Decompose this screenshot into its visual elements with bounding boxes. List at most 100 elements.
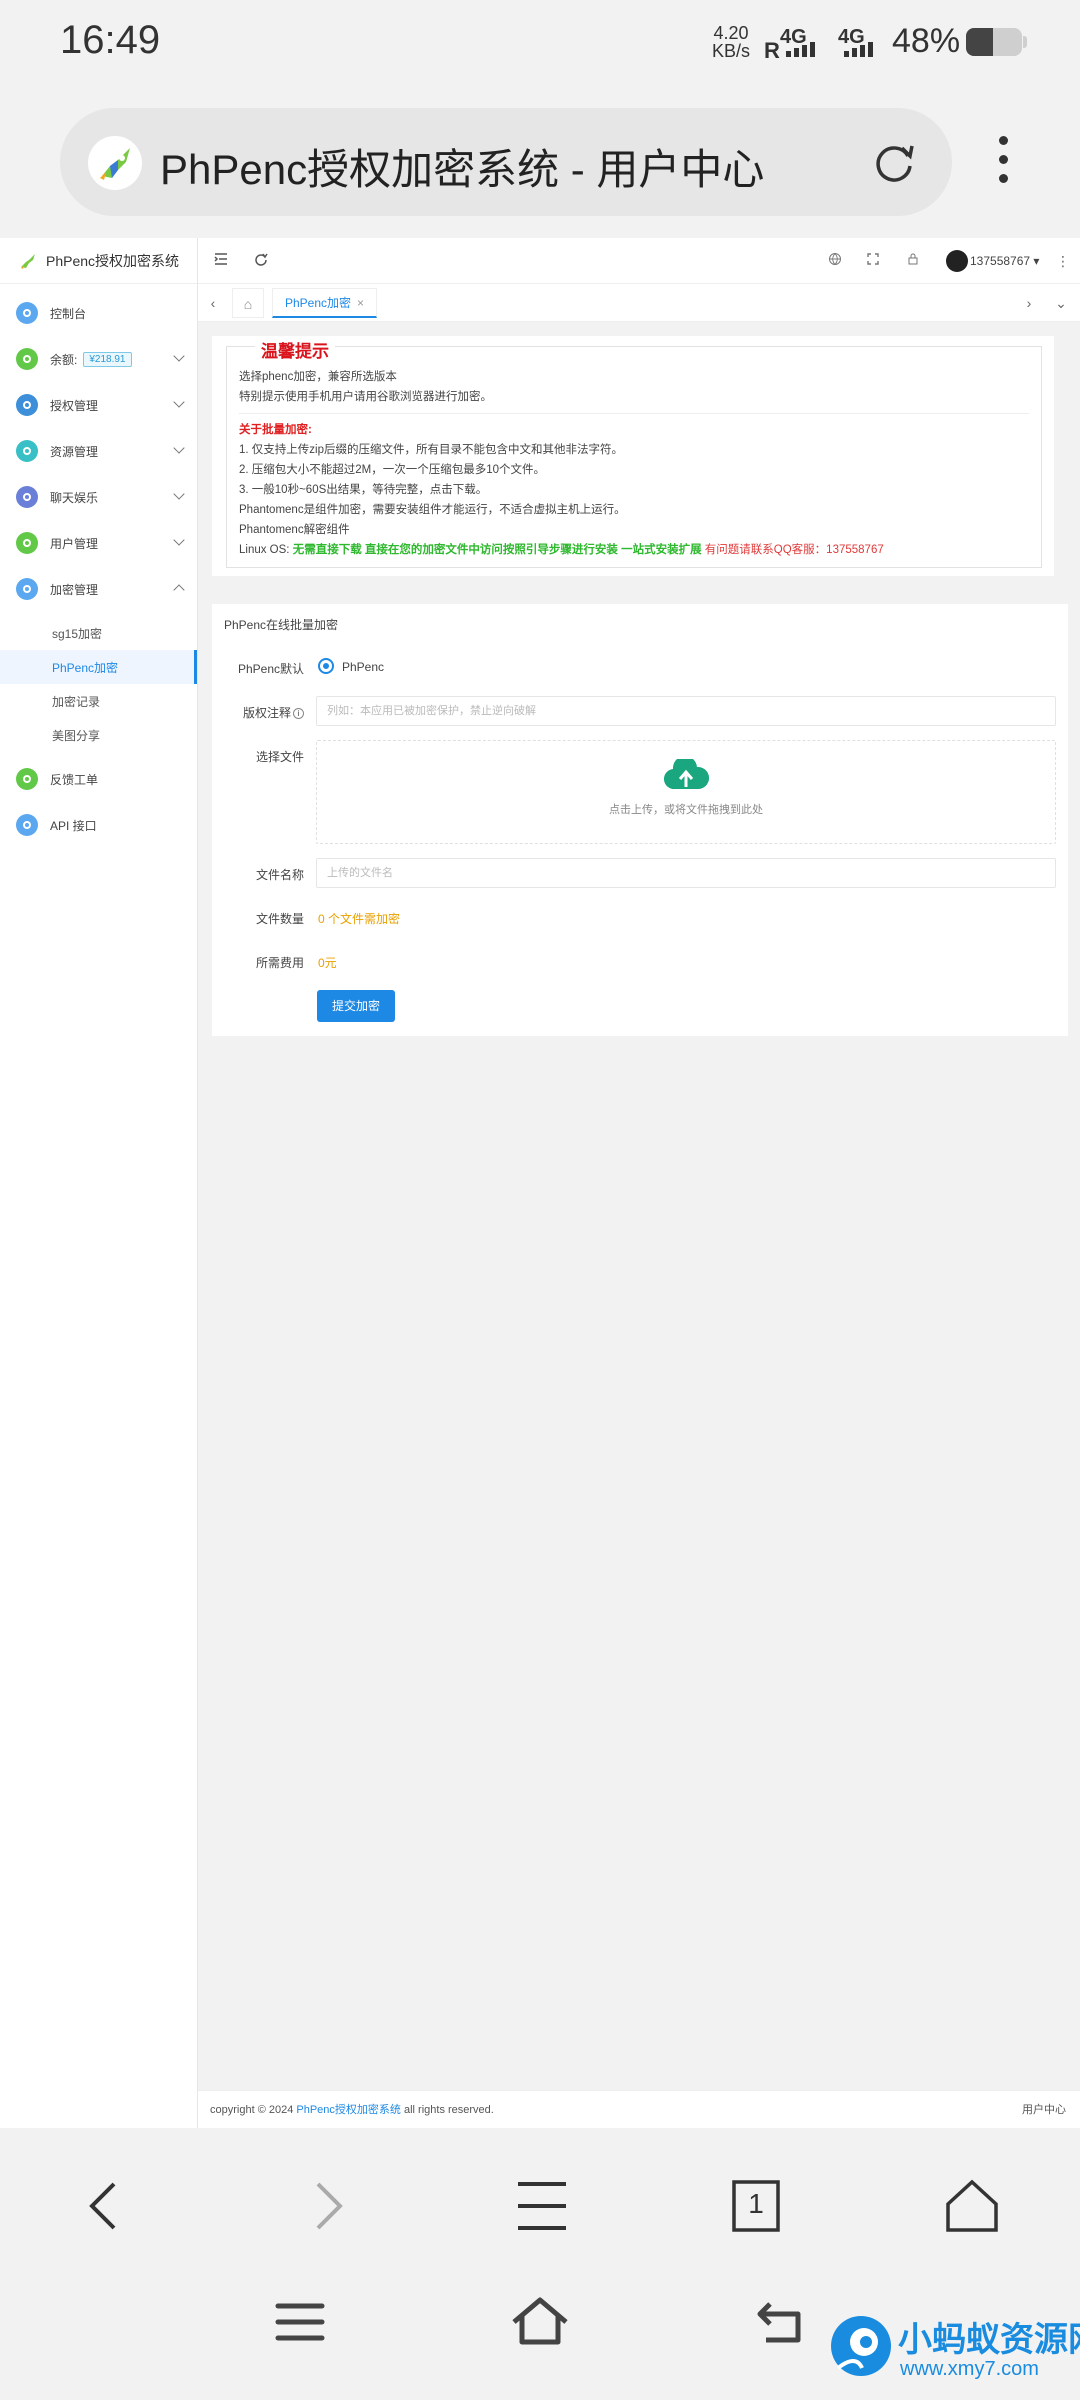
sidebar-item-api[interactable]: API 接口 (0, 802, 197, 848)
mode-radio[interactable] (318, 658, 334, 674)
filename-input[interactable]: 上传的文件名 (316, 858, 1056, 888)
feedback-icon (16, 768, 38, 790)
top-toolbar: 137558767 ▾ ⋮ (198, 238, 1080, 284)
footer-user-center[interactable]: 用户中心 (1022, 2091, 1066, 2129)
system-back-icon[interactable] (752, 2292, 812, 2352)
reload-icon[interactable] (868, 136, 920, 188)
lock-icon (16, 578, 38, 600)
shield-icon (16, 394, 38, 416)
file-upload-dropzone[interactable]: 点击上传，或将文件拖拽到此处 (316, 740, 1056, 844)
browser-nav-bar: 1 (0, 2128, 1080, 2274)
chevron-down-icon (173, 396, 185, 408)
sidebar-item-label: 反馈工单 (50, 772, 99, 787)
clock: 16:49 (60, 18, 161, 62)
sidebar-subitem-phpenc[interactable]: PhPenc加密 (0, 650, 197, 684)
submit-encrypt-button[interactable]: 提交加密 (317, 990, 395, 1022)
sidebar-item-label: 控制台 (50, 306, 87, 321)
address-bar[interactable]: PhPenc授权加密系统 - 用户中心 (60, 108, 952, 216)
system-home-icon[interactable] (510, 2292, 570, 2352)
chevron-down-icon (173, 534, 185, 546)
balance-badge: ¥218.91 (83, 351, 132, 367)
chevron-down-icon (173, 488, 185, 500)
linux-line: Linux OS: 无需直接下载 直接在您的加密文件中访问按照引导步骤进行安装 … (239, 544, 884, 556)
file-label: 选择文件 (255, 750, 304, 764)
network-speed-value: 4.20 (713, 23, 749, 43)
tab-scroll-left-icon[interactable]: ‹ (204, 294, 222, 312)
brand-name: PhPenc授权加密系统 (46, 252, 180, 269)
tab-bar: ‹ ⌂ PhPenc加密 × › ⌄ (198, 284, 1080, 322)
sidebar-item-label: 加密管理 (50, 582, 99, 597)
avatar[interactable] (946, 250, 968, 272)
sidebar-item-encryption[interactable]: 加密管理 (0, 566, 197, 612)
collapse-menu-icon[interactable] (212, 252, 230, 270)
dashboard-icon (16, 302, 38, 324)
mode-label: PhPenc默认 (237, 662, 304, 676)
file-count-value: 0 个文件需加密 (318, 912, 401, 926)
chat-icon (16, 486, 38, 508)
sidebar-item-label: 用户管理 (50, 536, 99, 551)
notice-panel: 温馨提示 选择phenc加密，兼容所选版本 特别提示使用手机用户请用谷歌浏览器进… (212, 336, 1054, 576)
home-icon[interactable] (942, 2176, 1002, 2236)
wallet-icon (16, 348, 38, 370)
sidebar-item-chat[interactable]: 聊天娱乐 (0, 474, 197, 520)
sidebar-item-label: 余额: (50, 352, 78, 367)
ant-logo-icon (831, 2316, 891, 2376)
user-icon (16, 532, 38, 554)
back-icon[interactable] (76, 2176, 136, 2236)
lock-screen-icon[interactable] (904, 252, 922, 270)
sidebar-item-dashboard[interactable]: 控制台 (0, 290, 197, 336)
notice-line: 3. 一般10秒~60S出结果，等待完整，点击下载。 (239, 484, 488, 496)
refresh-icon[interactable] (252, 252, 270, 270)
sidebar-subitem-records[interactable]: 加密记录 (0, 684, 197, 718)
sidebar-subitem-gallery[interactable]: 美图分享 (0, 718, 197, 752)
tabs-count: 1 (748, 2188, 764, 2219)
page-title: PhPenc授权加密系统 - 用户中心 (160, 146, 765, 193)
sidebar-subitem-sg15[interactable]: sg15加密 (0, 616, 197, 650)
more-menu-icon[interactable] (988, 136, 1018, 192)
more-vertical-icon[interactable]: ⋮ (1054, 252, 1072, 270)
menu-list-icon[interactable] (512, 2176, 572, 2236)
status-bar: 16:49 4.20 KB/s 4G R 4G 48% (0, 0, 1080, 84)
sidebar-item-balance[interactable]: 余额: ¥218.91 (0, 336, 197, 382)
sidebar: PhPenc授权加密系统 控制台 余额: ¥218.91 授权管理 资源管理 聊… (0, 238, 198, 2128)
tab-scroll-right-icon[interactable]: › (1020, 294, 1038, 312)
cloud-upload-icon (664, 759, 709, 790)
sidebar-item-users[interactable]: 用户管理 (0, 520, 197, 566)
chevron-down-icon (173, 350, 185, 362)
chevron-down-icon (173, 442, 185, 454)
copyright-input[interactable]: 列如：本应用已被加密保护，禁止逆向破解 (316, 696, 1056, 726)
fullscreen-icon[interactable] (864, 252, 882, 270)
notice-line: Phantomenc是组件加密，需要安装组件才能运行，不适合虚拟主机上运行。 (239, 504, 626, 516)
api-icon (16, 814, 38, 836)
batch-title: 关于批量加密: (239, 424, 312, 436)
sim1-signal-icon (786, 42, 815, 57)
form-title: PhPenc在线批量加密 (224, 618, 339, 632)
user-name[interactable]: 137558767 ▾ (970, 254, 1039, 268)
mode-radio-label[interactable]: PhPenc (342, 660, 384, 674)
notice-line: Phantomenc解密组件 (239, 524, 350, 536)
globe-icon[interactable] (826, 252, 844, 270)
batch-encrypt-form: PhPenc在线批量加密 PhPenc默认 PhPenc 版权注释 i 列如：本应… (212, 604, 1068, 1036)
tabs-count-icon[interactable]: 1 (726, 2176, 786, 2236)
tab-menu-chevron-down-icon[interactable]: ⌄ (1052, 294, 1070, 312)
cost-value: 0元 (318, 956, 337, 970)
filename-label: 文件名称 (255, 868, 304, 882)
recent-apps-icon[interactable] (270, 2292, 330, 2352)
sidebar-item-feedback[interactable]: 反馈工单 (0, 756, 197, 802)
notice-title: 温馨提示 (255, 337, 335, 362)
sidebar-item-resources[interactable]: 资源管理 (0, 428, 197, 474)
forward-icon[interactable] (296, 2176, 356, 2236)
watermark: 小蚂蚁资源网 www.xmy7.com (826, 2310, 1080, 2384)
brand-rocket-icon (21, 253, 35, 269)
resource-icon (16, 440, 38, 462)
tab-phpenc[interactable]: PhPenc加密 × (272, 288, 378, 318)
sidebar-brand[interactable]: PhPenc授权加密系统 (0, 238, 197, 284)
chevron-up-icon (173, 584, 185, 596)
file-count-label: 文件数量 (255, 912, 304, 926)
battery-icon (966, 28, 1022, 56)
notice-body: 选择phenc加密，兼容所选版本 特别提示使用手机用户请用谷歌浏览器进行加密。 … (239, 367, 1029, 560)
footer-link[interactable]: PhPenc授权加密系统 (296, 2104, 401, 2116)
close-icon[interactable]: × (357, 296, 364, 310)
sidebar-item-license[interactable]: 授权管理 (0, 382, 197, 428)
tab-home-icon[interactable]: ⌂ (232, 288, 264, 318)
